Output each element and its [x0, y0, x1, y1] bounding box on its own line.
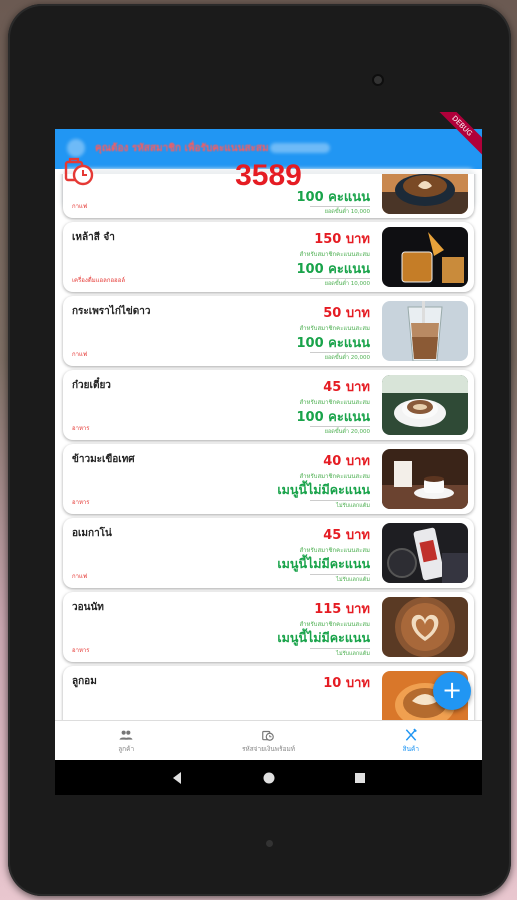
product-photo: [382, 227, 468, 287]
product-price: 40 บาท: [323, 454, 370, 469]
product-photo: [382, 301, 468, 361]
nav-products-label: สินค้า: [402, 744, 420, 753]
product-points-sub: ไม่รับแลกแต้ม: [310, 500, 370, 510]
product-price: 45 บาท: [323, 528, 370, 543]
product-name: ลูกอม: [72, 676, 97, 687]
product-name: ข้าวมะเขือเทศ: [72, 454, 135, 465]
product-card[interactable]: ก๋วยเตี๋ยว อาหาร 45 บาท สำหรับสมาชิกคะแน…: [63, 370, 474, 440]
product-card[interactable]: ลูกอม 10 บาท: [63, 666, 474, 722]
product-photo: [382, 597, 468, 657]
product-name: ก๋วยเตี๋ยว: [72, 380, 111, 391]
product-card[interactable]: อเมกาโน่ กาแฟ 45 บาท สำหรับสมาชิกคะแนนสะ…: [63, 518, 474, 588]
product-price: 45 บาท: [323, 380, 370, 395]
product-points-sub: ไม่รับแลกแต้ม: [310, 574, 370, 584]
product-category: อาหาร: [72, 499, 90, 506]
app-screen: DEBUG คุณต้อง รหัสสมาชิก เพื่อรับคะแนนสะ…: [55, 112, 482, 795]
product-points: 100 คะแนน: [296, 190, 371, 205]
product-photo: [382, 174, 468, 214]
product-category: เครื่องดื่มแอลกอฮอล์: [72, 277, 125, 284]
product-photo: [382, 375, 468, 435]
product-list[interactable]: 100 คะแนน ยอดขั้นต่ำ 10,000 กาแฟ เหล้าสี…: [55, 174, 482, 722]
app-bar: คุณต้อง รหัสสมาชิก เพื่อรับคะแนนสะสม: [55, 129, 482, 169]
product-name: อเมกาโน่: [72, 528, 112, 539]
product-points: 100 คะแนน: [296, 410, 371, 425]
people-icon: [119, 730, 133, 740]
front-camera: [372, 74, 384, 86]
nav-payment-code-label: รหัสจ่ายเงินพร้อมท์: [241, 744, 296, 753]
product-category: อาหาร: [72, 647, 90, 654]
product-points: 100 คะแนน: [296, 262, 371, 277]
product-card[interactable]: เหล้าสี จำ เครื่องดื่มแอลกอฮอล์ 150 บาท …: [63, 222, 474, 292]
nav-payment-code[interactable]: รหัสจ่ายเงินพร้อมท์: [197, 721, 339, 760]
nav-products[interactable]: สินค้า: [340, 721, 482, 760]
recents-icon[interactable]: [353, 771, 367, 785]
product-name: กระเพราไก่ไข่ดาว: [72, 306, 151, 317]
appbar-action[interactable]: [270, 143, 330, 153]
bottom-navigation: ลูกค้า รหัสจ่ายเงินพร้อมท์ สินค้า: [55, 720, 482, 760]
product-points: เมนูนี้ไม่มีคะแนน: [277, 556, 370, 571]
product-price: 50 บาท: [323, 306, 370, 321]
product-photo: [382, 449, 468, 509]
product-points: เมนูนี้ไม่มีคะแนน: [277, 482, 370, 497]
tablet-frame: DEBUG คุณต้อง รหัสสมาชิก เพื่อรับคะแนนสะ…: [8, 4, 511, 896]
device-sensor: [266, 840, 273, 847]
product-price: 10 บาท: [323, 676, 370, 691]
product-price: 115 บาท: [314, 602, 370, 617]
status-bar: [55, 112, 482, 129]
product-card[interactable]: ข้าวมะเขือเทศ อาหาร 40 บาท สำหรับสมาชิกค…: [63, 444, 474, 514]
product-price: 150 บาท: [314, 232, 370, 247]
product-points-sub: ยอดขั้นต่ำ 20,000: [310, 426, 370, 436]
appbar-icon[interactable]: [67, 139, 85, 157]
add-product-button[interactable]: +: [433, 672, 471, 710]
nav-customers-label: ลูกค้า: [118, 744, 135, 753]
product-card[interactable]: 100 คะแนน ยอดขั้นต่ำ 10,000 กาแฟ: [63, 174, 474, 218]
product-points-sub: ยอดขั้นต่ำ 10,000: [310, 206, 370, 216]
back-icon[interactable]: [170, 771, 184, 785]
product-name: เหล้าสี จำ: [72, 232, 115, 243]
product-category: กาแฟ: [72, 351, 88, 358]
product-points-sub: ยอดขั้นต่ำ 10,000: [310, 278, 370, 288]
product-card[interactable]: กระเพราไก่ไข่ดาว กาแฟ 50 บาท สำหรับสมาชิ…: [63, 296, 474, 366]
product-points-sub: ไม่รับแลกแต้ม: [310, 648, 370, 658]
product-points: 100 คะแนน: [296, 336, 371, 351]
system-navigation-bar: [55, 760, 482, 795]
product-category: กาแฟ: [72, 573, 88, 580]
product-card[interactable]: วอนนัท อาหาร 115 บาท สำหรับสมาชิกคะแนนสะ…: [63, 592, 474, 662]
clock-bag-icon: [262, 730, 275, 741]
nav-customers[interactable]: ลูกค้า: [55, 721, 197, 760]
home-icon[interactable]: [262, 771, 276, 785]
fork-knife-icon: [405, 728, 417, 741]
product-points-sub: ยอดขั้นต่ำ 20,000: [310, 352, 370, 362]
product-name: วอนนัท: [72, 602, 104, 613]
product-photo: [382, 523, 468, 583]
product-category: อาหาร: [72, 425, 90, 432]
product-points: เมนูนี้ไม่มีคะแนน: [277, 630, 370, 645]
appbar-hint: คุณต้อง รหัสสมาชิก เพื่อรับคะแนนสะสม: [95, 143, 269, 154]
product-category: กาแฟ: [72, 203, 88, 210]
